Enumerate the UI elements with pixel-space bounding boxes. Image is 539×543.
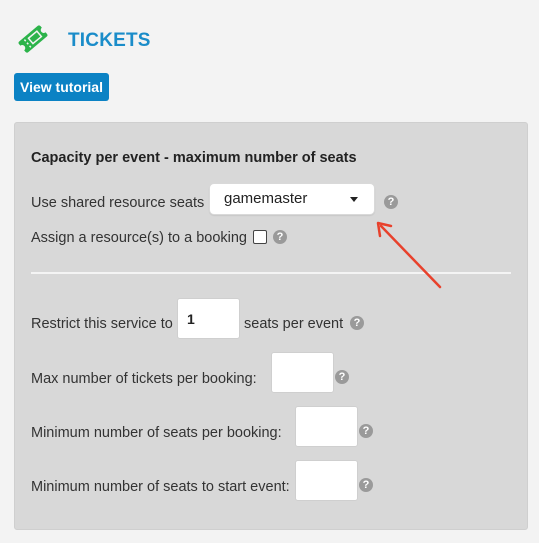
assign-resource-label: Assign a resource(s) to a booking bbox=[31, 230, 247, 246]
shared-resource-selected: gamemaster bbox=[224, 190, 308, 207]
restrict-suffix-label: seats per event bbox=[244, 316, 344, 332]
min-seats-start-input[interactable] bbox=[295, 460, 358, 501]
shared-resource-label: Use shared resource seats bbox=[31, 195, 205, 211]
help-icon[interactable]: ? bbox=[384, 195, 398, 209]
capacity-panel: Capacity per event - maximum number of s… bbox=[14, 122, 528, 530]
help-icon[interactable]: ? bbox=[350, 316, 364, 330]
section-title: Capacity per event - maximum number of s… bbox=[31, 150, 357, 166]
view-tutorial-button[interactable]: View tutorial bbox=[14, 73, 109, 101]
help-icon[interactable]: ? bbox=[335, 370, 349, 384]
help-icon[interactable]: ? bbox=[359, 424, 373, 438]
seats-per-event-input[interactable] bbox=[177, 298, 240, 339]
min-seats-booking-label: Minimum number of seats per booking: bbox=[31, 425, 282, 441]
help-icon[interactable]: ? bbox=[359, 478, 373, 492]
help-icon[interactable]: ? bbox=[273, 230, 287, 244]
chevron-down-icon bbox=[350, 197, 358, 202]
ticket-icon bbox=[18, 25, 48, 53]
min-seats-start-label: Minimum number of seats to start event: bbox=[31, 479, 290, 495]
divider bbox=[31, 272, 511, 274]
page-header bbox=[16, 22, 50, 56]
min-seats-booking-input[interactable] bbox=[295, 406, 358, 447]
max-tickets-input[interactable] bbox=[271, 352, 334, 393]
max-tickets-label: Max number of tickets per booking: bbox=[31, 371, 257, 387]
restrict-prefix-label: Restrict this service to bbox=[31, 316, 173, 332]
assign-resource-checkbox[interactable] bbox=[253, 230, 267, 244]
shared-resource-select[interactable]: gamemaster bbox=[209, 183, 375, 215]
page-title: TICKETS bbox=[68, 30, 151, 51]
